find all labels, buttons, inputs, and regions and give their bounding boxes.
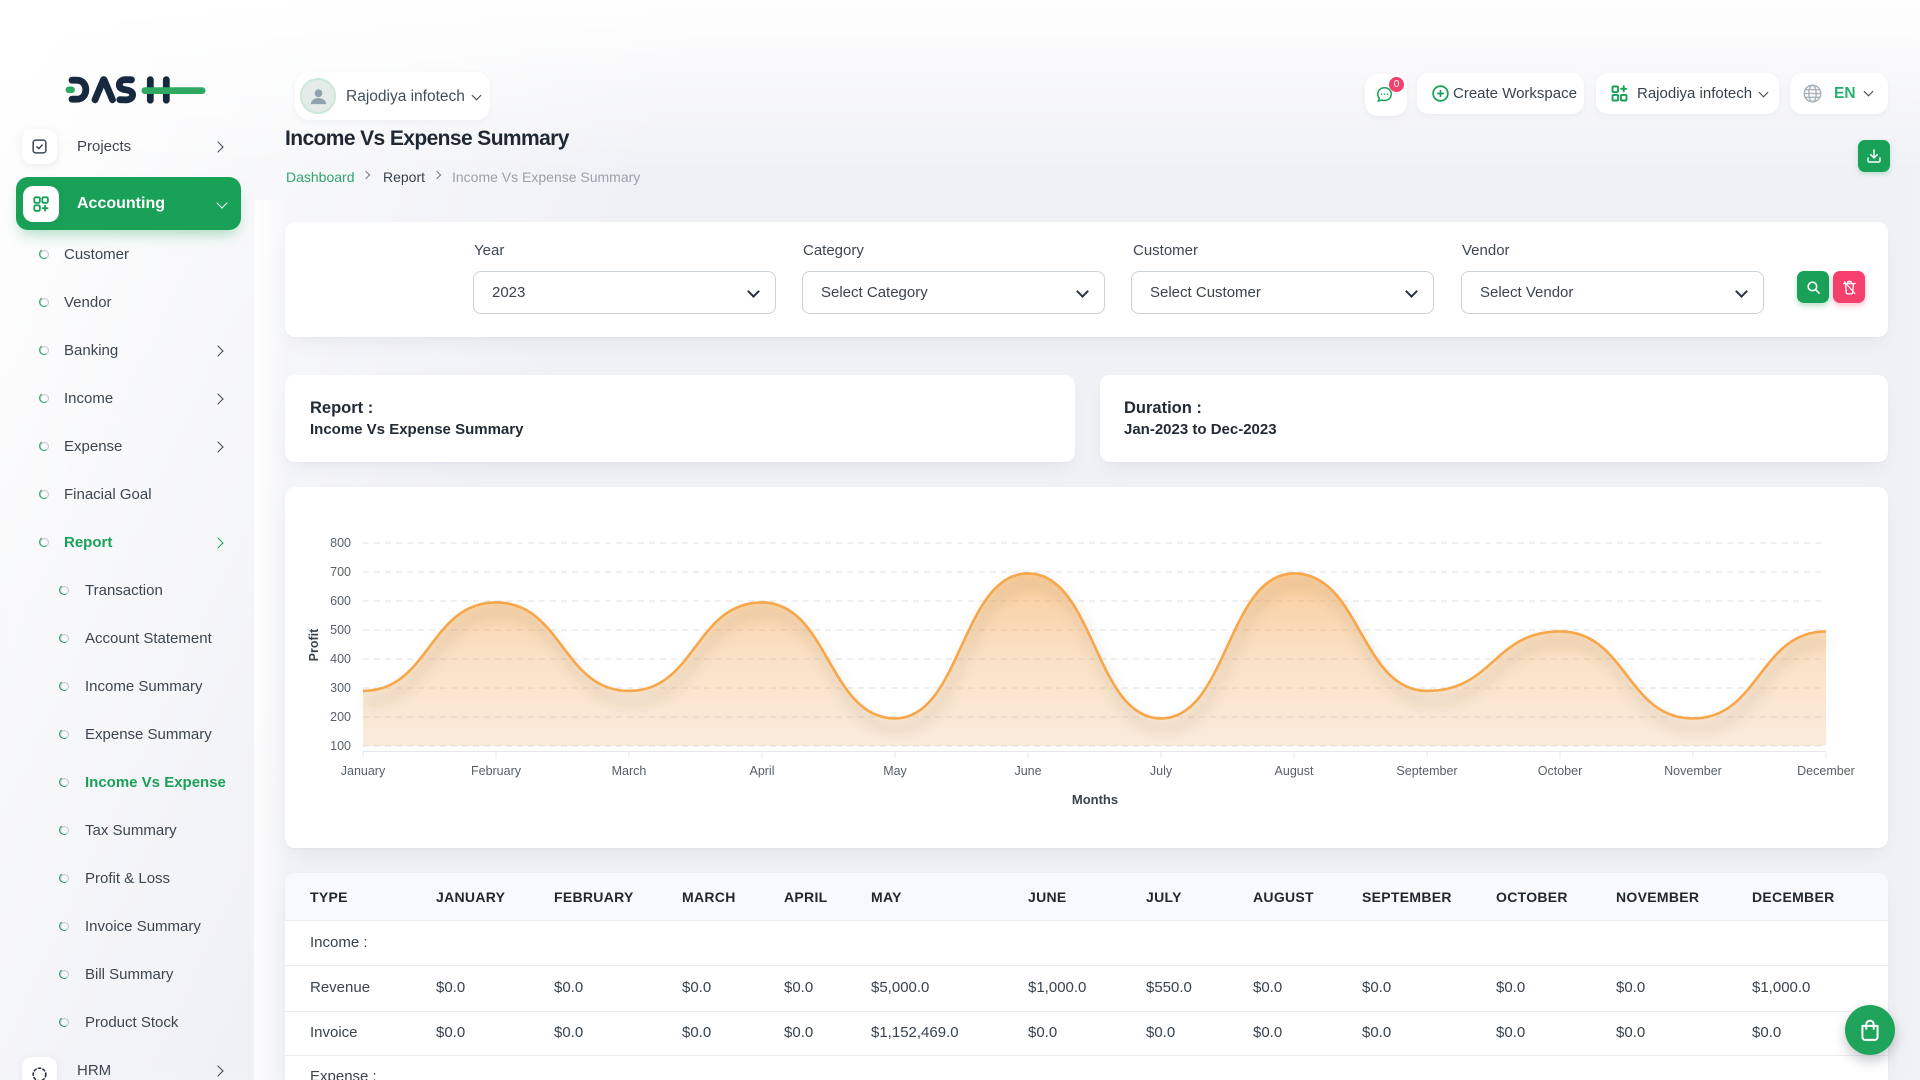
- svg-text:August: August: [1275, 764, 1314, 778]
- svg-text:200: 200: [330, 710, 351, 724]
- svg-text:300: 300: [330, 681, 351, 695]
- svg-text:600: 600: [330, 594, 351, 608]
- svg-text:100: 100: [330, 739, 351, 753]
- svg-text:December: December: [1797, 764, 1855, 778]
- svg-text:500: 500: [330, 623, 351, 637]
- svg-text:March: March: [612, 764, 647, 778]
- svg-text:September: September: [1396, 764, 1457, 778]
- svg-text:400: 400: [330, 652, 351, 666]
- svg-text:April: April: [749, 764, 774, 778]
- svg-text:Profit: Profit: [307, 628, 321, 661]
- svg-text:January: January: [341, 764, 386, 778]
- svg-text:May: May: [883, 764, 907, 778]
- svg-text:Months: Months: [1072, 792, 1118, 807]
- svg-text:800: 800: [330, 536, 351, 550]
- svg-text:October: October: [1538, 764, 1582, 778]
- svg-text:July: July: [1150, 764, 1173, 778]
- svg-text:November: November: [1664, 764, 1722, 778]
- svg-text:February: February: [471, 764, 522, 778]
- svg-text:700: 700: [330, 565, 351, 579]
- svg-text:June: June: [1014, 764, 1041, 778]
